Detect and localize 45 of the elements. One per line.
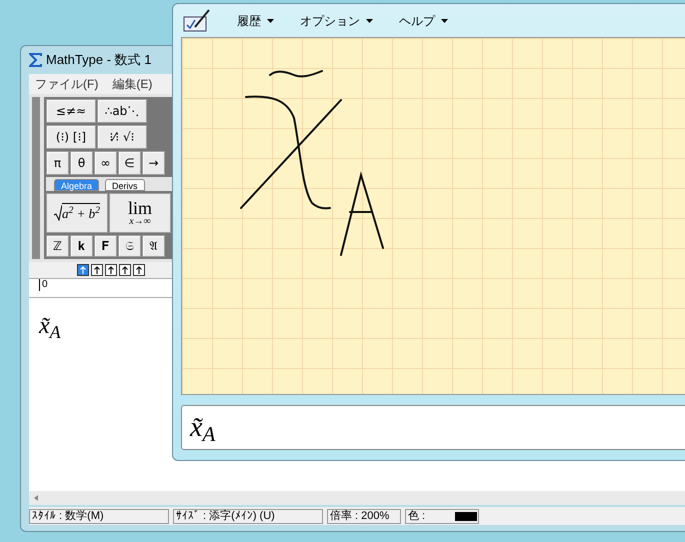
palette-button[interactable]: ⁝⁄⁝ √⁝ (97, 125, 147, 149)
menu-item[interactable]: ファイル(F) (35, 75, 98, 93)
palette-button[interactable]: 𝐤 (70, 235, 93, 257)
palette-button[interactable]: π (46, 151, 69, 175)
radical-sign-icon (54, 205, 62, 221)
menu-item[interactable]: 編集(E) (112, 75, 152, 93)
caret-icon (366, 18, 373, 22)
equation-text: x̃$_{A}$ (39, 313, 61, 339)
pen-chart-icon[interactable] (183, 8, 211, 32)
up-arrow-icon[interactable] (91, 264, 103, 276)
palette-button[interactable]: ∈ (118, 151, 141, 175)
window-title: MathType - 数式 1 (46, 51, 152, 70)
palette-button[interactable]: 𝔄 (142, 235, 165, 257)
palette-button[interactable]: → (142, 151, 165, 175)
palette-button[interactable]: (⁝) [⁝] (46, 125, 96, 149)
palette-button[interactable]: 𝔖 (118, 235, 141, 257)
palette-button[interactable]: ℤ (46, 235, 69, 257)
caret-icon (441, 18, 448, 22)
status-label: ｻｲｽﾞ : 添字(ﾒｲﾝ) (U) (176, 510, 275, 522)
up-arrow-icon[interactable] (77, 264, 89, 276)
menu-item[interactable]: ヘルプ (399, 12, 448, 30)
status-label: 色 : (408, 510, 426, 522)
up-arrow-icon[interactable] (119, 264, 131, 276)
up-arrow-icon[interactable] (133, 264, 145, 276)
palette-button[interactable]: θ (70, 151, 93, 175)
sigma-logo-icon (29, 53, 42, 67)
menu-item[interactable]: 履歴 (237, 12, 274, 30)
horizontal-scrollbar[interactable] (29, 491, 685, 505)
menu-item[interactable]: オプション (300, 12, 373, 30)
ruler-label: 0 (39, 279, 48, 291)
status-label: 倍率 : 200% (330, 510, 390, 522)
palette-button[interactable]: ≤≠≈ (46, 99, 96, 123)
sqrt-template-button[interactable]: a$^{2}$ + b$^{2}$ (46, 193, 108, 233)
palette-button[interactable]: ∴ab⋱ (97, 99, 147, 123)
caret-icon (267, 18, 274, 22)
palette-button[interactable]: ∞ (94, 151, 117, 175)
status-label: ｽﾀｲﾙ : 数学(M) (32, 510, 104, 522)
palette-tab[interactable]: Algebra (54, 179, 100, 191)
palette-tab[interactable]: Derivs (105, 179, 145, 191)
scroll-left-icon[interactable] (32, 494, 40, 502)
preview-equation: x̃$_{A}$ (190, 410, 216, 448)
palette-button[interactable]: 𝐅 (94, 235, 117, 257)
palette-handle[interactable] (32, 97, 40, 259)
limit-template-button[interactable]: lim x→∞ (109, 193, 171, 233)
up-arrow-icon[interactable] (105, 264, 117, 276)
